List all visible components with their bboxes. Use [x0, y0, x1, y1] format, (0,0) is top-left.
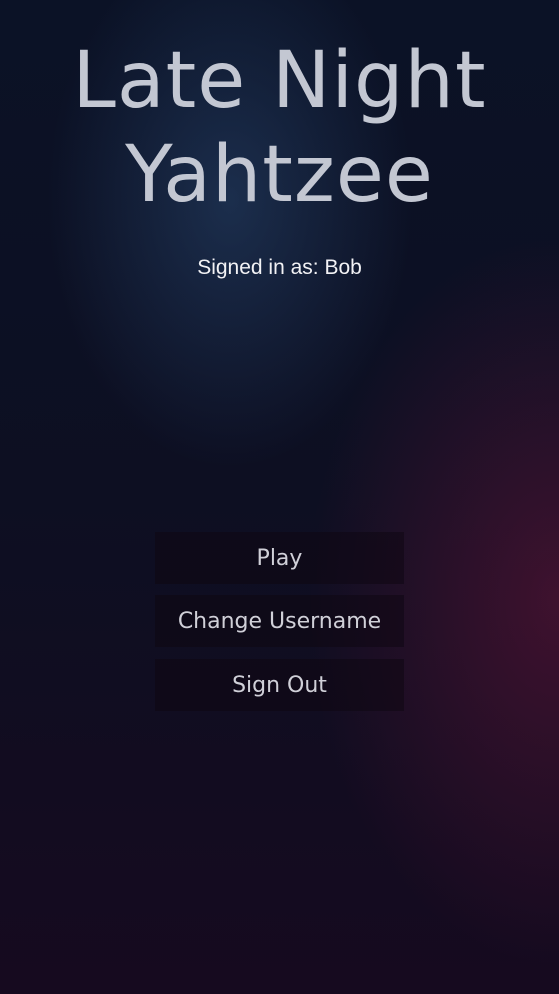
title-line-2: Yahtzee	[125, 130, 434, 220]
title-line-1: Late Night	[72, 36, 487, 126]
signed-in-status: Signed in as: Bob	[197, 256, 362, 279]
change-username-button[interactable]: Change Username	[155, 595, 404, 647]
game-title: Late Night Yahtzee	[0, 34, 559, 222]
play-button[interactable]: Play	[155, 532, 404, 584]
sign-out-button[interactable]: Sign Out	[155, 659, 404, 711]
